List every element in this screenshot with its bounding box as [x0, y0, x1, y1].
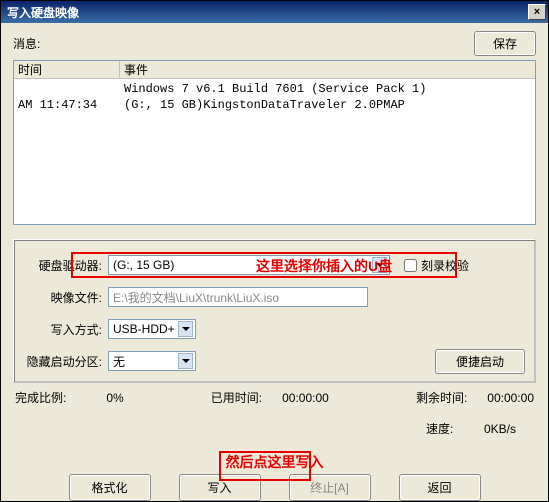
percent-value: 0%	[106, 391, 123, 405]
save-button[interactable]: 保存	[474, 31, 536, 56]
elapsed-label: 已用时间:	[211, 389, 262, 406]
write-method-row: 写入方式: USB-HDD+	[24, 318, 525, 340]
back-button[interactable]: 返回	[399, 474, 481, 501]
remain-value: 00:00:00	[487, 391, 534, 405]
remain-label: 剩余时间:	[416, 389, 467, 406]
portable-boot-button[interactable]: 便捷启动	[435, 349, 525, 374]
write-button[interactable]: 写入	[179, 474, 261, 501]
hidden-boot-dropdown[interactable]: 无	[108, 351, 196, 371]
log-col-time[interactable]: 时间	[14, 61, 120, 78]
log-row: AM 11:47:34 (G:, 15 GB)KingstonDataTrave…	[14, 97, 535, 113]
window-title: 写入硬盘映像	[7, 4, 79, 21]
progress-row: 完成比例: 0% 已用时间: 00:00:00 剩余时间: 00:00:00	[13, 383, 536, 406]
verify-checkbox-input[interactable]	[404, 259, 417, 272]
chevron-down-icon	[178, 353, 193, 369]
chevron-down-icon	[372, 257, 387, 273]
disk-drive-dropdown[interactable]: (G:, 15 GB)	[108, 255, 390, 275]
disk-drive-row: 硬盘驱动器: (G:, 15 GB) 刻录校验 这里选择你插入的U盘	[24, 254, 525, 276]
chevron-down-icon	[178, 321, 193, 337]
write-method-dropdown[interactable]: USB-HDD+	[108, 319, 196, 339]
log-body: Windows 7 v6.1 Build 7601 (Service Pack …	[14, 79, 535, 223]
dialog-content: 消息: 保存 时间 事件 Windows 7 v6.1 Build 7601 (…	[1, 23, 548, 501]
verify-checkbox[interactable]: 刻录校验	[400, 256, 469, 275]
image-file-label: 映像文件:	[24, 289, 108, 306]
annotation-text-write: 然后点这里写入	[13, 452, 536, 472]
elapsed-value: 00:00:00	[282, 391, 329, 405]
percent-label: 完成比例:	[15, 389, 66, 406]
settings-group: 硬盘驱动器: (G:, 15 GB) 刻录校验 这里选择你插入的U盘 映像文件:…	[13, 239, 536, 383]
speed-value: 0KB/s	[484, 422, 516, 436]
close-button[interactable]: ×	[528, 4, 546, 20]
hidden-boot-row: 隐藏启动分区: 无 便捷启动	[24, 350, 525, 372]
write-method-label: 写入方式:	[24, 321, 108, 338]
log-box: 时间 事件 Windows 7 v6.1 Build 7601 (Service…	[13, 60, 536, 225]
speed-label: 速度:	[426, 422, 453, 436]
title-bar: 写入硬盘映像 ×	[1, 1, 548, 23]
abort-button: 终止[A]	[289, 474, 371, 501]
format-button[interactable]: 格式化	[69, 474, 151, 501]
disk-drive-label: 硬盘驱动器:	[24, 257, 108, 274]
speed-row: 速度: 0KB/s	[426, 420, 516, 437]
message-label: 消息:	[13, 35, 40, 52]
image-file-field[interactable]: E:\我的文档\LiuX\trunk\LiuX.iso	[108, 287, 368, 307]
bottom-buttons: 格式化 写入 终止[A] 返回	[13, 474, 536, 501]
log-col-event[interactable]: 事件	[120, 61, 535, 78]
image-file-row: 映像文件: E:\我的文档\LiuX\trunk\LiuX.iso	[24, 286, 525, 308]
hidden-boot-label: 隐藏启动分区:	[24, 353, 108, 370]
log-header: 时间 事件	[14, 61, 535, 79]
log-row: Windows 7 v6.1 Build 7601 (Service Pack …	[14, 81, 535, 97]
